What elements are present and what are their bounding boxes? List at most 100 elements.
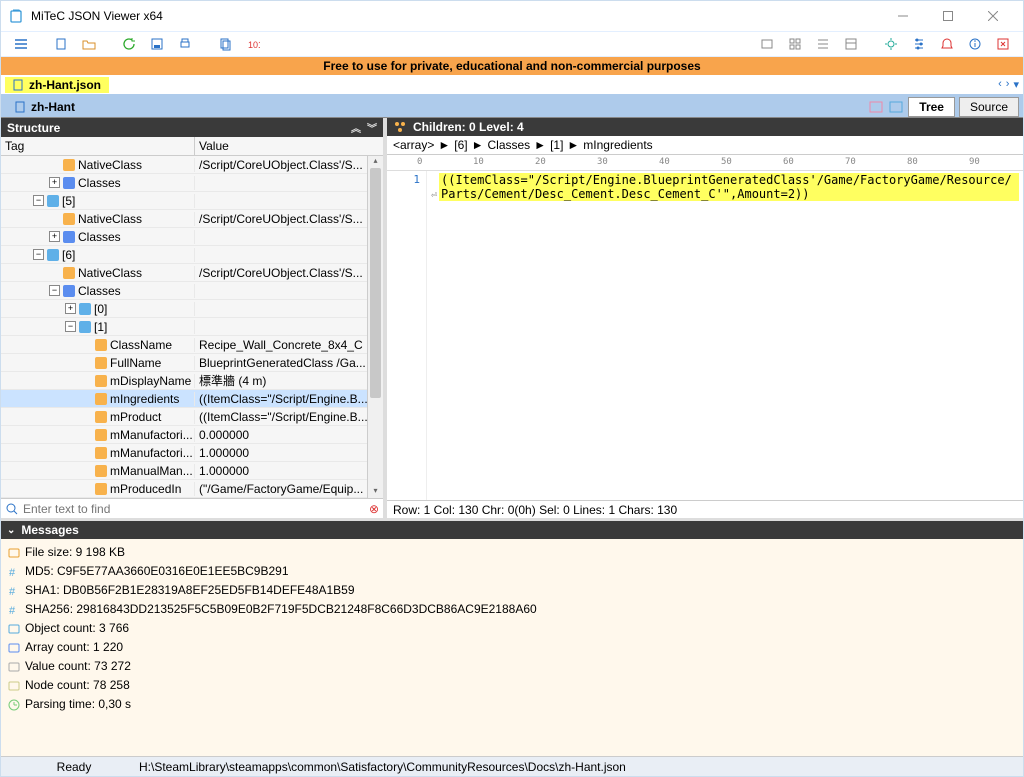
tree-row[interactable]: mProducedIn("/Game/FactoryGame/Equip... [1,480,383,498]
tree-row[interactable]: +Classes [1,174,383,192]
tree-row[interactable]: NativeClass/Script/CoreUObject.Class'/S.… [1,264,383,282]
editor-content[interactable]: ((ItemClass="/Script/Engine.BlueprintGen… [439,173,1019,201]
window-icon[interactable] [755,33,779,55]
tree-twisty[interactable]: − [49,285,60,296]
message-text: MD5: C9F5E77AA3660E0316E0E1EE5BC9B291 [25,562,289,581]
messages-chevron-icon[interactable]: ⌄ [7,525,15,536]
folder-icon [7,546,21,560]
tree-row[interactable]: − [5] [1,192,383,210]
settings2-icon[interactable] [907,33,931,55]
tree-value: BlueprintGeneratedClass /Ga... [195,356,383,370]
save-icon[interactable] [145,33,169,55]
tree-tag: [1] [94,320,107,334]
tree-twisty[interactable]: − [65,321,76,332]
print-icon[interactable] [173,33,197,55]
grid-icon[interactable] [783,33,807,55]
tree-row[interactable]: +[0] [1,300,383,318]
tree-row[interactable]: mManufactori...1.000000 [1,444,383,462]
message-text: Parsing time: 0,30 s [25,695,131,714]
tree-twisty[interactable]: + [49,231,60,242]
col-value[interactable]: Value [195,137,383,155]
titlebar: MiTeC JSON Viewer x64 [1,1,1023,31]
tree-row[interactable]: NativeClass/Script/CoreUObject.Class'/S.… [1,210,383,228]
tab-prev-icon[interactable]: ‹ [998,78,1002,91]
tree-row[interactable]: mIngredients((ItemClass="/Script/Engine.… [1,390,383,408]
tab-next-icon[interactable]: › [1006,78,1010,91]
tree-twisty[interactable]: + [65,303,76,314]
tree-row[interactable]: mDisplayName標準牆 (4 m) [1,372,383,390]
doc-tab-row: zh-Hant Tree Source [1,95,1023,117]
open-folder-icon[interactable] [77,33,101,55]
view-icon-2[interactable] [888,99,904,115]
scroll-up-icon[interactable]: ▴ [368,156,383,168]
obj-icon [79,321,91,333]
close-button[interactable] [970,1,1015,31]
alert-icon[interactable] [935,33,959,55]
tree-twisty[interactable]: − [33,195,44,206]
str-icon [95,447,107,459]
doc-tab[interactable]: zh-Hant [5,98,85,116]
minimize-button[interactable] [880,1,925,31]
crumb-segment[interactable]: [1] [550,138,563,152]
list-icon[interactable] [811,33,835,55]
node-icon [7,679,21,693]
message-text: SHA1: DB0B56F2B1E28319A8EF25ED5FB14DEFE4… [25,581,355,600]
tree-tag: [5] [62,194,75,208]
tree-row[interactable]: +Classes [1,228,383,246]
crumb-segment[interactable]: <array> [393,138,434,152]
svg-text:101: 101 [248,40,260,50]
scroll-thumb[interactable] [370,168,381,398]
crumb-segment[interactable]: Classes [487,138,530,152]
tree-row[interactable]: NativeClass/Script/CoreUObject.Class'/S.… [1,156,383,174]
tree-view-tab[interactable]: Tree [908,97,955,117]
crumb-segment[interactable]: mIngredients [583,138,652,152]
crumb-segment[interactable]: [6] [454,138,467,152]
source-view-tab[interactable]: Source [959,97,1019,117]
settings1-icon[interactable] [879,33,903,55]
crumb-arrow-icon: ► [567,138,579,152]
tab-dropdown-icon[interactable]: ▾ [1013,78,1019,91]
tree-twisty[interactable]: + [49,177,60,188]
tree-row[interactable]: mManualMan...1.000000 [1,462,383,480]
preview-icon[interactable] [839,33,863,55]
view-icon-1[interactable] [868,99,884,115]
menu-icon[interactable] [9,33,33,55]
tree-search-input[interactable] [23,502,369,516]
col-tag[interactable]: Tag [1,137,195,155]
str-icon [63,267,75,279]
tree-row[interactable]: mManufactori...0.000000 [1,426,383,444]
line-gutter: 1 [387,171,427,500]
tree-row[interactable]: −[6] [1,246,383,264]
tree-row[interactable]: FullNameBlueprintGeneratedClass /Ga... [1,354,383,372]
tree-body[interactable]: NativeClass/Script/CoreUObject.Class'/S.… [1,156,383,498]
tree-row[interactable]: −Classes [1,282,383,300]
tree-twisty[interactable]: − [33,249,44,260]
tree-row[interactable]: mProduct((ItemClass="/Script/Engine.B... [1,408,383,426]
editor-body[interactable]: 1 ⏎ ((ItemClass="/Script/Engine.Blueprin… [387,171,1023,500]
hash-icon: # [7,584,21,598]
message-text: File size: 9 198 KB [25,543,125,562]
main-toolbar: 101 [1,31,1023,57]
copy-icon[interactable] [213,33,237,55]
file-tab[interactable]: zh-Hant.json [5,77,109,93]
val-icon [7,660,21,674]
tree-scrollbar[interactable]: ▴ ▾ [367,156,383,498]
exit-icon[interactable] [991,33,1015,55]
scroll-down-icon[interactable]: ▾ [368,486,383,498]
str-icon [95,411,107,423]
tree-row[interactable]: − [1] [1,318,383,336]
new-file-icon[interactable] [49,33,73,55]
format-icon[interactable]: 101 [241,33,265,55]
message-row: #SHA256: 29816843DD213525F5C5B09E0B2F719… [7,600,1017,619]
collapse-all-icon[interactable]: ︽ [351,120,361,135]
maximize-button[interactable] [925,1,970,31]
hash-icon: # [7,565,21,579]
app-icon [9,8,25,24]
info-icon[interactable] [963,33,987,55]
status-state: Ready [9,760,139,774]
refresh-icon[interactable] [117,33,141,55]
clear-search-icon[interactable]: ⊗ [369,502,379,516]
tree-row[interactable]: ClassNameRecipe_Wall_Concrete_8x4_C [1,336,383,354]
expand-all-icon[interactable]: ︾ [367,120,377,135]
message-row: Value count: 73 272 [7,657,1017,676]
